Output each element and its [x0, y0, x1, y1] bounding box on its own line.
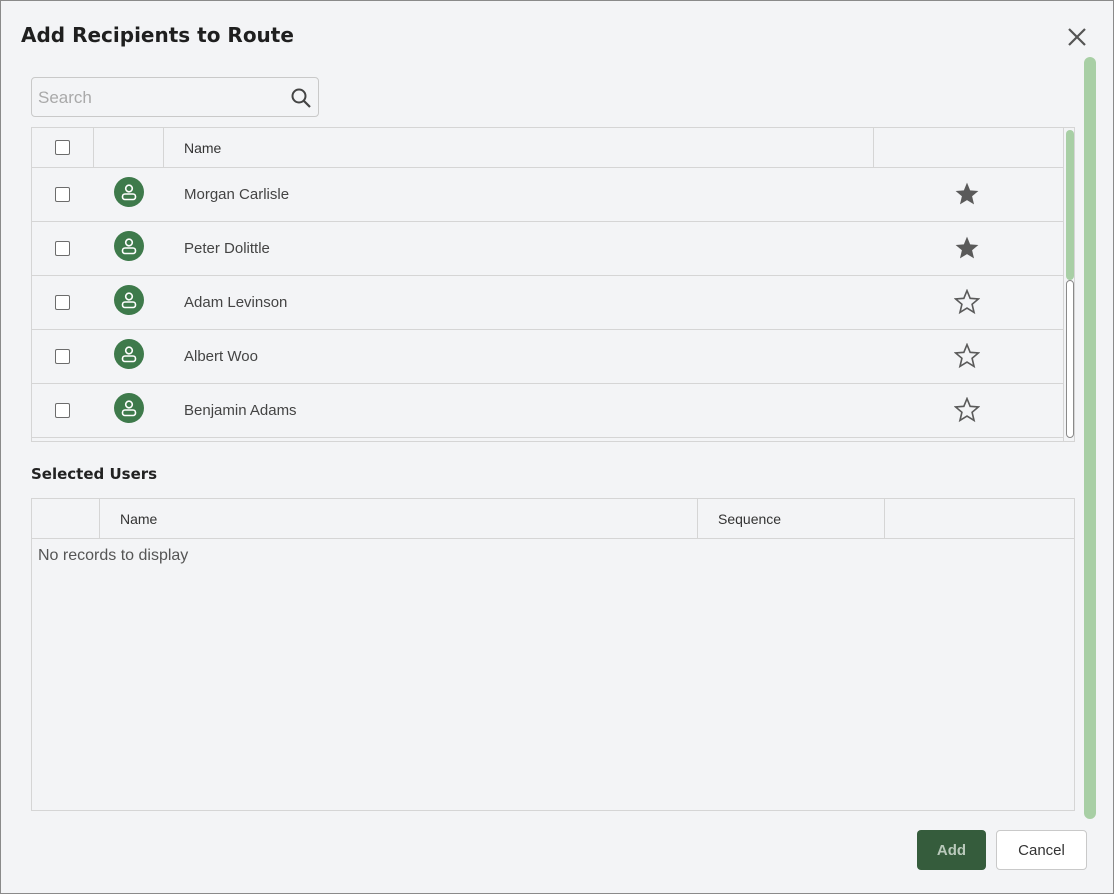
table-row[interactable]: Morgan Carlisle: [32, 168, 1064, 222]
header-name-cell[interactable]: Name: [100, 499, 698, 539]
selected-users-title: Selected Users: [31, 465, 158, 483]
header-favorite-cell: [874, 128, 1064, 168]
row-checkbox[interactable]: [55, 187, 70, 202]
search-input[interactable]: [38, 86, 278, 110]
select-all-checkbox[interactable]: [55, 140, 70, 155]
recipient-name: Peter Dolittle: [184, 240, 270, 257]
header-sequence-cell[interactable]: Sequence: [698, 499, 885, 539]
user-icon: [121, 184, 137, 201]
star-filled-icon[interactable]: [954, 181, 980, 207]
column-header-name: Name: [120, 511, 158, 527]
avatar: [114, 177, 144, 207]
dialog-title: Add Recipients to Route: [21, 23, 294, 47]
header-empty-cell: [32, 499, 100, 539]
recipient-name: Albert Woo: [184, 348, 258, 365]
table-row[interactable]: Benjamin Adams: [32, 384, 1064, 438]
header-name-cell[interactable]: Name: [164, 128, 874, 168]
recipient-name: Morgan Carlisle: [184, 186, 290, 203]
row-checkbox[interactable]: [55, 295, 70, 310]
user-icon: [121, 238, 137, 255]
add-recipients-dialog: Add Recipients to Route Name: [0, 0, 1114, 894]
search-icon[interactable]: [290, 87, 312, 109]
avatar: [114, 393, 144, 423]
avatar: [114, 285, 144, 315]
close-icon: [1068, 28, 1086, 46]
grid-scrollbar-thumb[interactable]: [1066, 130, 1074, 280]
cancel-button[interactable]: Cancel: [996, 830, 1087, 870]
add-button[interactable]: Add: [917, 830, 986, 870]
search-box: [31, 77, 319, 117]
header-actions-cell: [885, 499, 1074, 539]
table-row[interactable]: Albert Woo: [32, 330, 1064, 384]
row-checkbox[interactable]: [55, 241, 70, 256]
table-row[interactable]: Adam Levinson: [32, 276, 1064, 330]
grid-scrollbar[interactable]: [1063, 128, 1074, 441]
selected-users-header: Name Sequence: [32, 499, 1074, 539]
user-icon: [121, 346, 137, 363]
column-header-sequence: Sequence: [718, 511, 782, 527]
recipient-name: Adam Levinson: [184, 294, 288, 311]
star-outline-icon[interactable]: [954, 343, 980, 369]
close-button[interactable]: [1063, 23, 1091, 51]
star-outline-icon[interactable]: [954, 397, 980, 423]
header-select-all-cell: [32, 128, 94, 168]
avatar: [114, 339, 144, 369]
dialog-scrollbar[interactable]: [1084, 57, 1096, 819]
star-filled-icon[interactable]: [954, 235, 980, 261]
user-icon: [121, 400, 137, 417]
row-checkbox[interactable]: [55, 403, 70, 418]
recipients-grid-header: Name: [32, 128, 1064, 168]
column-header-name: Name: [184, 140, 222, 156]
star-outline-icon[interactable]: [954, 289, 980, 315]
recipient-name: Benjamin Adams: [184, 402, 297, 419]
recipients-grid: Name Morgan Carlisle Peter Dolittle Adam…: [31, 127, 1075, 442]
table-row[interactable]: Peter Dolittle: [32, 222, 1064, 276]
empty-message: No records to display: [38, 547, 189, 564]
row-checkbox[interactable]: [55, 349, 70, 364]
grid-scrollbar-track: [1066, 280, 1074, 438]
header-avatar-cell: [94, 128, 164, 168]
user-icon: [121, 292, 137, 309]
avatar: [114, 231, 144, 261]
selected-users-grid: Name Sequence No records to display: [31, 498, 1075, 811]
